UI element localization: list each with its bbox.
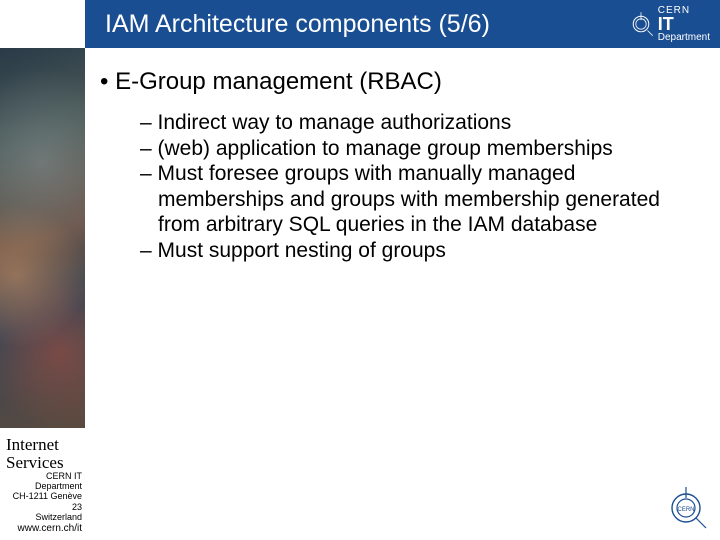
sub-bullet: Must support nesting of groups <box>140 238 705 264</box>
sidebar-label-line2: Services <box>6 454 64 472</box>
sidebar-label-line1: Internet <box>6 436 64 454</box>
sub-bullet: Must foresee groups with manually manage… <box>140 161 705 238</box>
cern-it-logo: CERN IT Department <box>628 5 710 43</box>
heading-bullet: E-Group management (RBAC) <box>100 68 705 96</box>
logo-unit: IT <box>658 16 674 32</box>
sub-bullet-list: Indirect way to manage authorizations (w… <box>140 110 705 264</box>
footer-line1: CERN IT Department <box>4 471 82 492</box>
footer-line3: Switzerland <box>4 512 82 522</box>
cern-ring-icon <box>628 11 654 37</box>
footer-line2: CH-1211 Genève 23 <box>4 491 82 512</box>
slide-title: IAM Architecture components (5/6) <box>105 10 628 39</box>
title-bar: IAM Architecture components (5/6) CERN I… <box>85 0 720 48</box>
sidebar-label: Internet Services <box>6 436 64 472</box>
slide-content: E-Group management (RBAC) Indirect way t… <box>100 68 705 264</box>
svg-text:CERN: CERN <box>677 507 694 513</box>
cern-ring-icon: CERN <box>664 486 708 530</box>
sub-bullet: (web) application to manage group member… <box>140 136 705 162</box>
sub-bullet: Indirect way to manage authorizations <box>140 110 705 136</box>
sidebar-photo <box>0 48 85 428</box>
logo-dept: Department <box>658 32 710 43</box>
footer-url: www.cern.ch/it <box>4 523 82 535</box>
footer-address: CERN IT Department CH-1211 Genève 23 Swi… <box>4 471 82 534</box>
